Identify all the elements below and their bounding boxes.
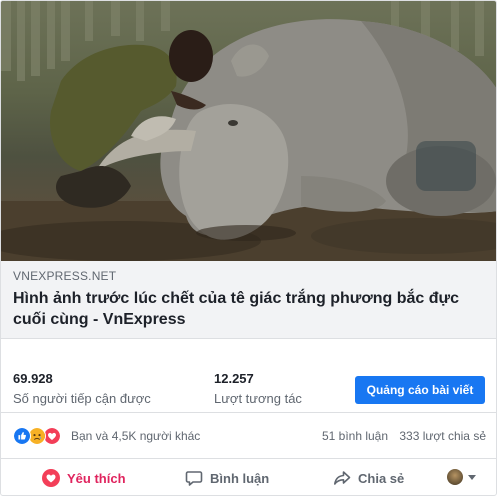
avatar — [447, 469, 463, 485]
share-button[interactable]: Chia sẻ — [333, 468, 404, 488]
reaction-summary[interactable]: Bạn và 4,5K người khác — [71, 429, 200, 443]
post-as-selector[interactable] — [447, 469, 476, 485]
engagement-value: 12.257 — [214, 371, 254, 386]
post-insights: 69.928 Số người tiếp cận được 12.257 Lượ… — [1, 339, 496, 413]
link-domain: VNEXPRESS.NET — [13, 269, 117, 283]
share-icon — [334, 471, 351, 485]
action-bar: Yêu thích Bình luận Chia sẻ — [1, 459, 496, 495]
reach-label: Số người tiếp cận được — [13, 391, 151, 406]
reach-stat: 69.928 Số người tiếp cận được — [13, 371, 151, 406]
like-icon — [13, 427, 31, 445]
comment-count[interactable]: 51 bình luận — [322, 429, 388, 443]
link-preview-image[interactable] — [1, 1, 496, 261]
reaction-icons[interactable] — [13, 427, 71, 445]
engagement-label: Lượt tương tác — [214, 391, 302, 406]
caret-down-icon — [468, 474, 476, 480]
rhino-photo — [1, 1, 496, 261]
link-title[interactable]: Hình ảnh trước lúc chết của tê giác trắn… — [13, 288, 483, 330]
comment-label: Bình luận — [210, 470, 270, 486]
like-label: Yêu thích — [67, 470, 126, 486]
like-button[interactable]: Yêu thích — [42, 468, 126, 488]
engagement-stat: 12.257 Lượt tương tác — [214, 371, 302, 406]
engagement-counts: 51 bình luận 333 lượt chia sẻ — [314, 429, 486, 443]
love-icon — [42, 469, 60, 487]
share-label: Chia sẻ — [358, 470, 405, 486]
reactions-bar: Bạn và 4,5K người khác 51 bình luận 333 … — [1, 413, 496, 459]
reach-value: 69.928 — [13, 371, 53, 386]
link-preview[interactable]: VNEXPRESS.NET Hình ảnh trước lúc chết củ… — [1, 261, 496, 339]
post-card: VNEXPRESS.NET Hình ảnh trước lúc chết củ… — [0, 0, 497, 496]
comment-icon — [185, 471, 203, 486]
comment-button[interactable]: Bình luận — [185, 468, 269, 488]
share-count[interactable]: 333 lượt chia sẻ — [399, 429, 486, 443]
boost-post-button[interactable]: Quảng cáo bài viết — [355, 376, 485, 404]
